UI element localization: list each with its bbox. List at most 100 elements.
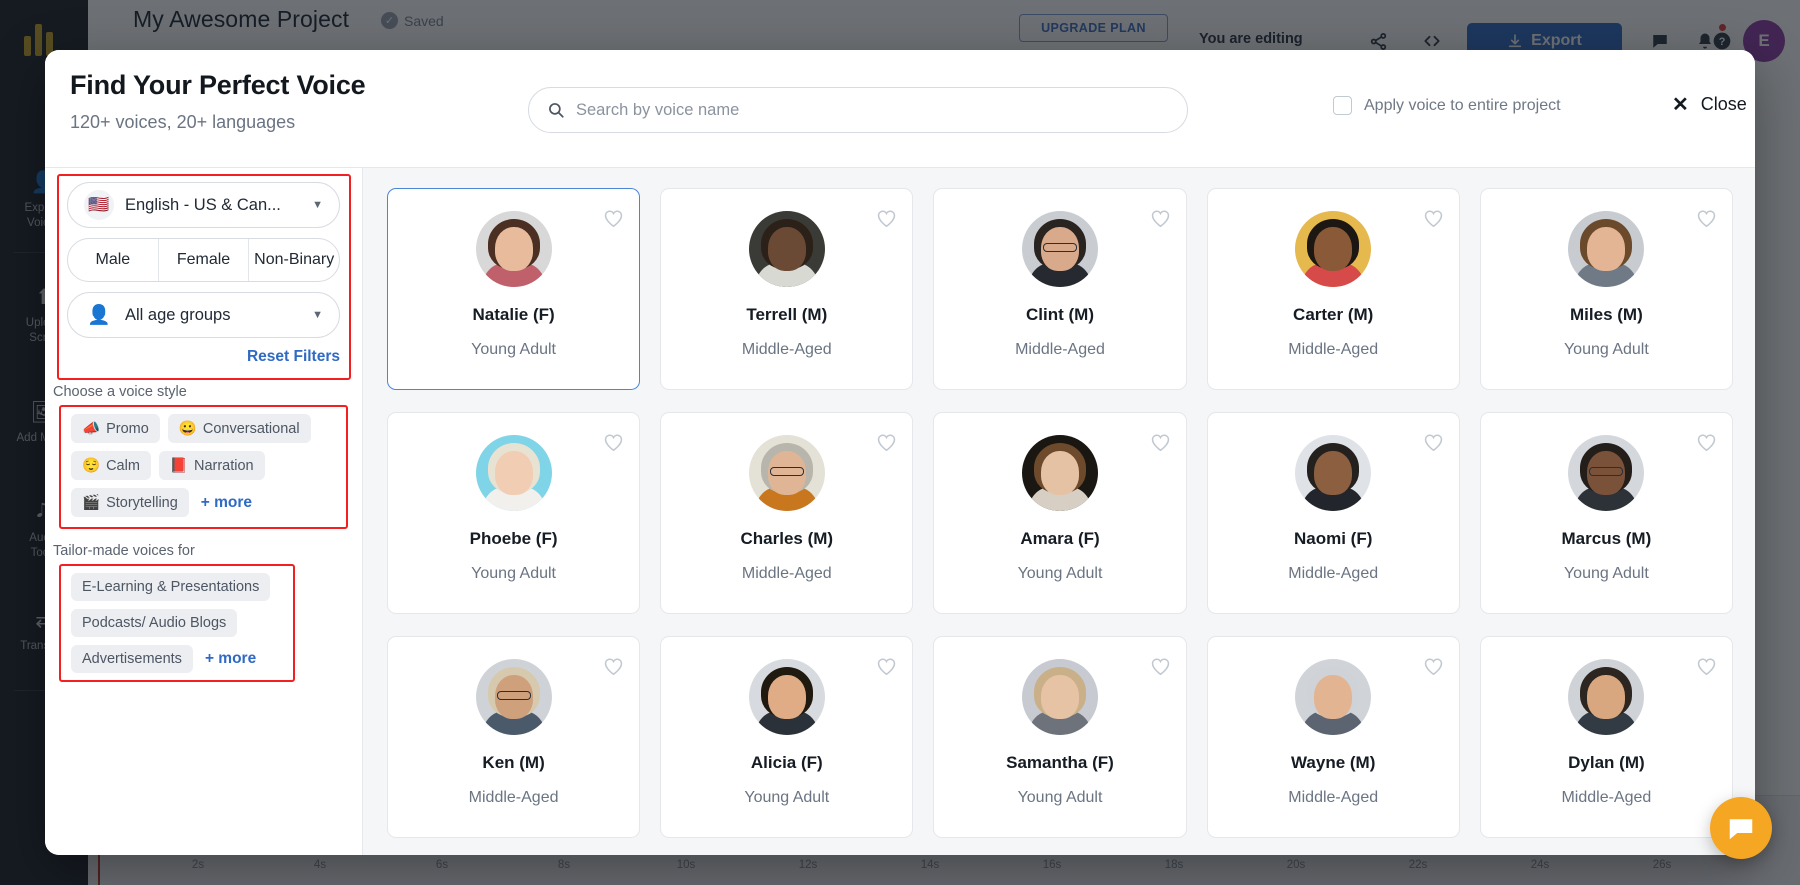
voice-style-tag-label: Narration: [193, 457, 254, 474]
favorite-heart-icon[interactable]: [876, 209, 897, 234]
voice-name: Terrell (M): [746, 305, 828, 324]
favorite-heart-icon[interactable]: [603, 433, 624, 458]
app-root: My Awesome Project ✓ Saved UPGRADE PLAN …: [0, 0, 1800, 885]
close-button[interactable]: ✕ Close: [1672, 94, 1747, 115]
style-emoji-icon: 😌: [82, 458, 101, 474]
flag-icon: 🇺🇸: [84, 190, 114, 220]
style-emoji-icon: 🎬: [82, 495, 101, 511]
gender-option-female[interactable]: Female: [159, 239, 250, 281]
close-icon: ✕: [1672, 93, 1689, 116]
voice-avatar: [1295, 659, 1372, 735]
favorite-heart-icon[interactable]: [1696, 209, 1717, 234]
voice-age-group: Young Adult: [1563, 341, 1649, 358]
voice-age-group: Middle-Aged: [468, 789, 559, 806]
voice-name: Alicia (F): [750, 753, 823, 772]
reset-filters-link[interactable]: Reset Filters: [45, 348, 340, 366]
voice-age-group: Middle-Aged: [1288, 565, 1379, 582]
voice-card[interactable]: Marcus (M) Young Adult: [1479, 412, 1733, 614]
voice-card[interactable]: Naomi (F) Middle-Aged: [1206, 412, 1460, 614]
tailor-made-tags: E-Learning & Presentations Podcasts/ Audi…: [63, 566, 293, 681]
voice-avatar: [475, 435, 552, 511]
voice-style-tag[interactable]: 😀 Conversational: [167, 414, 311, 443]
tailor-made-more-link[interactable]: + more: [201, 650, 256, 668]
tailor-made-tag[interactable]: Podcasts/ Audio Blogs: [71, 609, 238, 637]
voice-style-heading: Choose a voice style: [53, 384, 187, 400]
voice-card[interactable]: Wayne (M) Middle-Aged: [1206, 636, 1460, 838]
voice-name: Naomi (F): [1294, 529, 1373, 548]
modal-body: 🇺🇸 English - US & Can... ▼ Male Female N…: [45, 168, 1755, 855]
favorite-heart-icon[interactable]: [1423, 657, 1444, 682]
voice-card[interactable]: Dylan (M) Middle-Aged: [1479, 636, 1733, 838]
voice-card[interactable]: Carter (M) Middle-Aged: [1206, 188, 1460, 390]
style-emoji-icon: 📕: [169, 458, 188, 474]
voice-style-tags: 📣 Promo 😀 Conversational 😌 Calm 📕 Narration 🎬 Sto…: [63, 407, 344, 525]
voice-avatar: [475, 659, 552, 735]
favorite-heart-icon[interactable]: [1150, 209, 1171, 234]
voice-card[interactable]: Phoebe (F) Young Adult: [387, 412, 641, 614]
tailor-made-heading: Tailor-made voices for: [53, 543, 195, 559]
page-title: Find Your Perfect Voice: [70, 70, 366, 100]
gender-segmented-control[interactable]: Male Female Non-Binary: [67, 238, 340, 282]
voice-style-tag-label: Promo: [106, 420, 149, 437]
voice-avatar: [1568, 659, 1645, 735]
voice-style-more-link[interactable]: + more: [197, 494, 252, 512]
style-emoji-icon: 😀: [178, 421, 197, 437]
favorite-heart-icon[interactable]: [876, 657, 897, 682]
voice-style-tag[interactable]: 📣 Promo: [71, 414, 160, 443]
language-select-value: English - US & Can...: [125, 195, 281, 214]
favorite-heart-icon[interactable]: [603, 657, 624, 682]
voice-style-tag[interactable]: 📕 Narration: [158, 451, 265, 480]
filter-controls: 🇺🇸 English - US & Can... ▼ Male Female N…: [67, 182, 340, 338]
favorite-heart-icon[interactable]: [1696, 433, 1717, 458]
voice-age-group: Young Adult: [1017, 565, 1103, 582]
voice-avatar: [1295, 435, 1372, 511]
voice-card[interactable]: Samantha (F) Young Adult: [933, 636, 1187, 838]
favorite-heart-icon[interactable]: [1423, 433, 1444, 458]
voice-age-group: Middle-Aged: [741, 565, 832, 582]
search-input[interactable]: [576, 100, 1169, 120]
voice-card[interactable]: Natalie (F) Young Adult: [387, 188, 641, 390]
chat-icon[interactable]: [1710, 797, 1772, 859]
search-box[interactable]: [528, 87, 1188, 133]
apply-voice-checkbox-row[interactable]: Apply voice to entire project: [1333, 96, 1561, 115]
tailor-made-tag[interactable]: Advertisements: [71, 645, 193, 673]
apply-voice-label: Apply voice to entire project: [1364, 96, 1561, 114]
voice-avatar: [475, 211, 552, 287]
gender-option-male[interactable]: Male: [68, 239, 159, 281]
favorite-heart-icon[interactable]: [1423, 209, 1444, 234]
voice-card[interactable]: Clint (M) Middle-Aged: [933, 188, 1187, 390]
voice-style-tag[interactable]: 😌 Calm: [71, 451, 151, 480]
voice-name: Ken (M): [482, 753, 545, 772]
voice-avatar: [1021, 659, 1098, 735]
voice-name: Wayne (M): [1291, 753, 1376, 772]
favorite-heart-icon[interactable]: [876, 433, 897, 458]
voice-card[interactable]: Alicia (F) Young Adult: [660, 636, 914, 838]
voice-name: Miles (M): [1570, 305, 1643, 324]
language-select[interactable]: 🇺🇸 English - US & Can... ▼: [67, 182, 340, 228]
voice-card[interactable]: Ken (M) Middle-Aged: [387, 636, 641, 838]
person-icon: 👤: [87, 305, 111, 326]
favorite-heart-icon[interactable]: [1150, 433, 1171, 458]
voice-style-tag-label: Storytelling: [106, 494, 178, 511]
voice-avatar: [748, 435, 825, 511]
voice-card[interactable]: Miles (M) Young Adult: [1479, 188, 1733, 390]
page-subtitle: 120+ voices, 20+ languages: [70, 112, 296, 132]
favorite-heart-icon[interactable]: [603, 209, 624, 234]
apply-voice-checkbox[interactable]: [1333, 96, 1352, 115]
modal-header: Find Your Perfect Voice 120+ voices, 20+…: [45, 50, 1755, 168]
favorite-heart-icon[interactable]: [1696, 657, 1717, 682]
voice-style-tag-label: Conversational: [202, 420, 300, 437]
age-select[interactable]: 👤 All age groups ▼: [67, 292, 340, 338]
voice-style-tag[interactable]: 🎬 Storytelling: [71, 488, 189, 517]
voice-name: Charles (M): [740, 529, 834, 548]
favorite-heart-icon[interactable]: [1150, 657, 1171, 682]
gender-option-non-binary[interactable]: Non-Binary: [249, 239, 339, 281]
voice-age-group: Middle-Aged: [1015, 341, 1105, 358]
tailor-made-tag[interactable]: E-Learning & Presentations: [71, 573, 271, 601]
voice-grid-pane[interactable]: Natalie (F) Young Adult Terrell (M) Middle-…: [363, 168, 1755, 855]
voice-card[interactable]: Charles (M) Middle-Aged: [660, 412, 914, 614]
voice-age-group: Young Adult: [1563, 565, 1649, 582]
voice-picker-modal: Find Your Perfect Voice 120+ voices, 20+…: [45, 50, 1755, 855]
voice-card[interactable]: Amara (F) Young Adult: [933, 412, 1187, 614]
voice-card[interactable]: Terrell (M) Middle-Aged: [660, 188, 914, 390]
